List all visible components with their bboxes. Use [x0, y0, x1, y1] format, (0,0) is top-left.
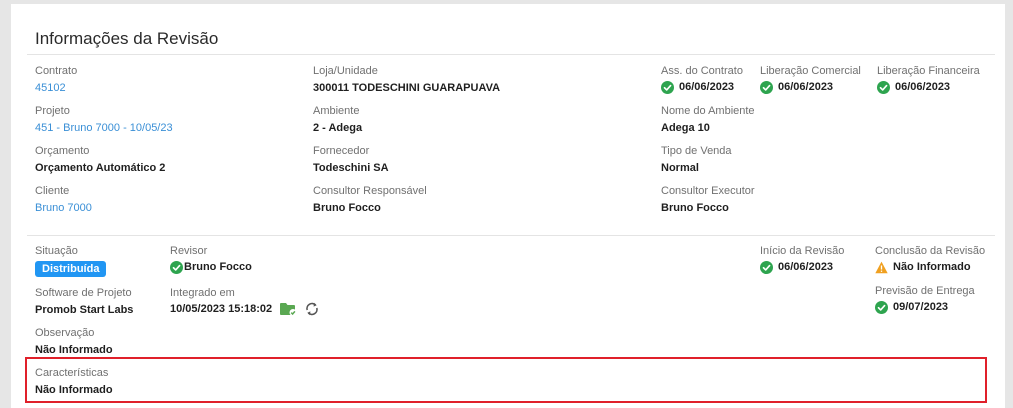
- integrado-value: 10/05/2023 15:18:02: [170, 303, 273, 315]
- ass-contrato-label: Ass. do Contrato: [661, 65, 743, 77]
- field-projeto: Projeto 451 - Bruno 7000 - 10/05/23: [35, 104, 173, 135]
- liberacao-financeira-value: 06/06/2023: [895, 81, 951, 93]
- loja-value: 300011 TODESCHINI GUARAPUAVA: [313, 82, 501, 94]
- section-title: Informações da Revisão: [35, 29, 219, 48]
- conclusao-revisao-value: Não Informado: [893, 261, 971, 273]
- ambiente-label: Ambiente: [313, 105, 360, 117]
- conclusao-revisao-label: Conclusão da Revisão: [875, 245, 986, 257]
- contrato-label: Contrato: [35, 65, 78, 77]
- liberacao-comercial-value: 06/06/2023: [778, 81, 834, 93]
- inicio-revisao-value: 06/06/2023: [778, 261, 834, 273]
- field-liberacao-financeira: Liberação Financeira 06/06/2023: [877, 64, 980, 95]
- software-label: Software de Projeto: [35, 287, 132, 299]
- nome-ambiente-value: Adega 10: [661, 122, 710, 134]
- status-badge: Distribuída: [35, 261, 107, 277]
- title-divider: [27, 54, 995, 55]
- nome-ambiente-label: Nome do Ambiente: [661, 105, 755, 117]
- fornecedor-value: Todeschini SA: [313, 162, 389, 174]
- consultor-executor-label: Consultor Executor: [661, 185, 755, 197]
- liberacao-comercial-label: Liberação Comercial: [760, 65, 861, 77]
- field-cliente: Cliente Bruno 7000: [35, 184, 92, 215]
- field-situacao: Situação Distribuída: [35, 244, 107, 277]
- field-software: Software de Projeto Promob Start Labs: [35, 286, 133, 317]
- field-conclusao-revisao: Conclusão da Revisão Não Informado: [875, 244, 985, 275]
- field-nome-ambiente: Nome do Ambiente Adega 10: [661, 104, 755, 135]
- check-circle-icon: [760, 261, 773, 274]
- field-loja: Loja/Unidade 300011 TODESCHINI GUARAPUAV…: [313, 64, 500, 95]
- field-consultor-executor: Consultor Executor Bruno Focco: [661, 184, 755, 215]
- warning-icon: [875, 261, 888, 274]
- consultor-responsavel-label: Consultor Responsável: [313, 185, 427, 197]
- check-circle-icon: [170, 261, 183, 274]
- contrato-link[interactable]: 45102: [35, 81, 77, 95]
- observacao-value: Não Informado: [35, 344, 113, 356]
- field-integrado: Integrado em 10/05/2023 15:18:02: [170, 286, 319, 316]
- tipo-venda-value: Normal: [661, 162, 699, 174]
- field-previsao-entrega: Previsão de Entrega 09/07/2023: [875, 284, 975, 315]
- ambiente-value: 2 - Adega: [313, 122, 363, 134]
- consultor-executor-value: Bruno Focco: [661, 202, 729, 214]
- projeto-label: Projeto: [35, 105, 70, 117]
- previsao-entrega-value: 09/07/2023: [893, 301, 949, 313]
- orcamento-label: Orçamento: [35, 145, 90, 157]
- ass-contrato-value: 06/06/2023: [679, 81, 735, 93]
- orcamento-value: Orçamento Automático 2: [35, 162, 166, 174]
- previsao-entrega-label: Previsão de Entrega: [875, 285, 975, 297]
- section-divider: [27, 235, 995, 236]
- projeto-link[interactable]: 451 - Bruno 7000 - 10/05/23: [35, 121, 173, 135]
- field-observacao: Observação Não Informado: [35, 326, 113, 357]
- folder-check-icon[interactable]: [280, 302, 297, 316]
- sync-icon[interactable]: [305, 302, 319, 316]
- revisor-value: Bruno Focco: [184, 261, 252, 273]
- loja-label: Loja/Unidade: [313, 65, 378, 77]
- cliente-link[interactable]: Bruno 7000: [35, 201, 92, 215]
- revision-info-card: Informações da Revisão Contrato 45102 Pr…: [11, 4, 1005, 408]
- liberacao-financeira-label: Liberação Financeira: [877, 65, 980, 77]
- check-circle-icon: [875, 301, 888, 314]
- integrado-label: Integrado em: [170, 287, 235, 299]
- field-tipo-venda: Tipo de Venda Normal: [661, 144, 732, 175]
- field-inicio-revisao: Início da Revisão 06/06/2023: [760, 244, 844, 275]
- field-revisor: Revisor Bruno Focco: [170, 244, 252, 275]
- field-liberacao-comercial: Liberação Comercial 06/06/2023: [760, 64, 861, 95]
- field-ass-contrato: Ass. do Contrato 06/06/2023: [661, 64, 743, 95]
- check-circle-icon: [760, 81, 773, 94]
- fornecedor-label: Fornecedor: [313, 145, 370, 157]
- field-ambiente: Ambiente 2 - Adega: [313, 104, 362, 135]
- software-value: Promob Start Labs: [35, 304, 134, 316]
- field-consultor-responsavel: Consultor Responsável Bruno Focco: [313, 184, 427, 215]
- check-circle-icon: [661, 81, 674, 94]
- consultor-responsavel-value: Bruno Focco: [313, 202, 381, 214]
- situacao-label: Situação: [35, 245, 78, 257]
- field-orcamento: Orçamento Orçamento Automático 2: [35, 144, 165, 175]
- field-contrato: Contrato 45102: [35, 64, 77, 95]
- revisor-label: Revisor: [170, 245, 208, 257]
- cliente-label: Cliente: [35, 185, 70, 197]
- tipo-venda-label: Tipo de Venda: [661, 145, 732, 157]
- inicio-revisao-label: Início da Revisão: [760, 245, 845, 257]
- observacao-label: Observação: [35, 327, 95, 339]
- field-fornecedor: Fornecedor Todeschini SA: [313, 144, 389, 175]
- check-circle-icon: [877, 81, 890, 94]
- highlight-box: [25, 357, 987, 403]
